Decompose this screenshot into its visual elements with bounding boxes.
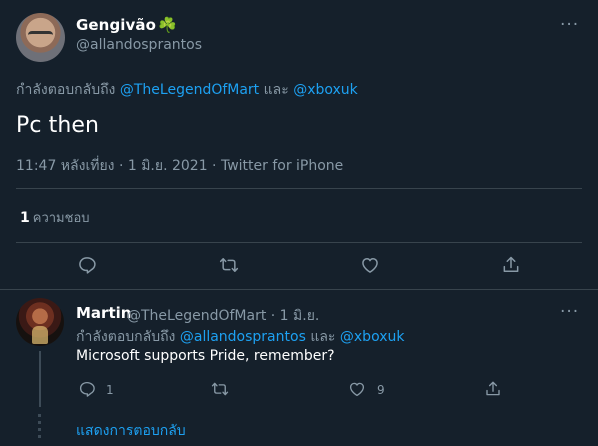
reply-tweet-share-button[interactable] [482, 378, 504, 400]
main-author-name-text[interactable]: Gengivão [76, 16, 156, 34]
reply-icon [79, 381, 95, 397]
reply-icon [79, 257, 96, 274]
reply-count: 1 [106, 383, 114, 397]
mention-link-xboxuk[interactable]: @xboxuk [340, 329, 405, 345]
reply-author-name[interactable]: Martin [76, 304, 131, 322]
share-button[interactable] [500, 254, 522, 276]
more-options-icon[interactable]: ··· [560, 17, 579, 34]
divider [16, 242, 582, 243]
retweet-icon [219, 258, 239, 272]
replying-and-label: และ [310, 329, 336, 345]
like-button[interactable] [359, 254, 381, 276]
reply-author-avatar[interactable] [16, 298, 64, 346]
main-tweet-text: Pc then [16, 113, 100, 138]
more-options-icon[interactable]: ··· [560, 304, 579, 321]
divider [0, 289, 598, 290]
heart-icon [362, 258, 378, 273]
main-author-avatar[interactable] [16, 13, 65, 62]
thread-continuation-dots [38, 414, 41, 442]
main-author-name[interactable]: Gengivão ☘️ [76, 16, 177, 34]
reply-tweet-like-button[interactable] [346, 378, 368, 400]
share-icon [503, 256, 519, 272]
mention-link-thelegendofmart[interactable]: @TheLegendOfMart [120, 82, 259, 98]
replying-and-label: และ [263, 82, 289, 98]
retweet-icon [211, 382, 229, 396]
main-author-handle[interactable]: @allandosprantos [76, 37, 202, 53]
replying-to-label: กำลังตอบกลับถึง [16, 82, 116, 98]
likes-count-link[interactable]: 1 ความชอบ [20, 207, 90, 228]
reply-tweet-text: Microsoft supports Pride, remember? [76, 348, 335, 364]
mention-link-xboxuk[interactable]: @xboxuk [293, 82, 358, 98]
share-icon [486, 381, 500, 396]
heart-icon [349, 382, 365, 397]
divider [16, 188, 582, 189]
show-replies-link[interactable]: แสดงการตอบกลับ [76, 420, 186, 442]
mention-link-allandosprantos[interactable]: @allandosprantos [180, 329, 306, 345]
reply-tweet-retweet-button[interactable] [209, 378, 231, 400]
reply-author-handle-date[interactable]: @TheLegendOfMart · 1 มิ.ย. [127, 305, 319, 327]
clover-emoji: ☘️ [158, 16, 177, 34]
likes-count: 1 [20, 210, 30, 226]
reply-replying-to-line: กำลังตอบกลับถึง @allandosprantos และ @xb… [76, 326, 404, 348]
tweet-timestamp-source[interactable]: 11:47 หลังเที่ยง · 1 มิ.ย. 2021 · Twitte… [16, 155, 343, 177]
reply-button[interactable] [76, 254, 98, 276]
reply-tweet-reply-button[interactable] [76, 378, 98, 400]
likes-label: ความชอบ [32, 211, 90, 226]
like-count: 9 [377, 383, 385, 397]
thread-line [39, 351, 41, 407]
retweet-button[interactable] [218, 254, 240, 276]
replying-to-line: กำลังตอบกลับถึง @TheLegendOfMart และ @xb… [16, 79, 358, 101]
replying-to-label: กำลังตอบกลับถึง [76, 329, 176, 345]
